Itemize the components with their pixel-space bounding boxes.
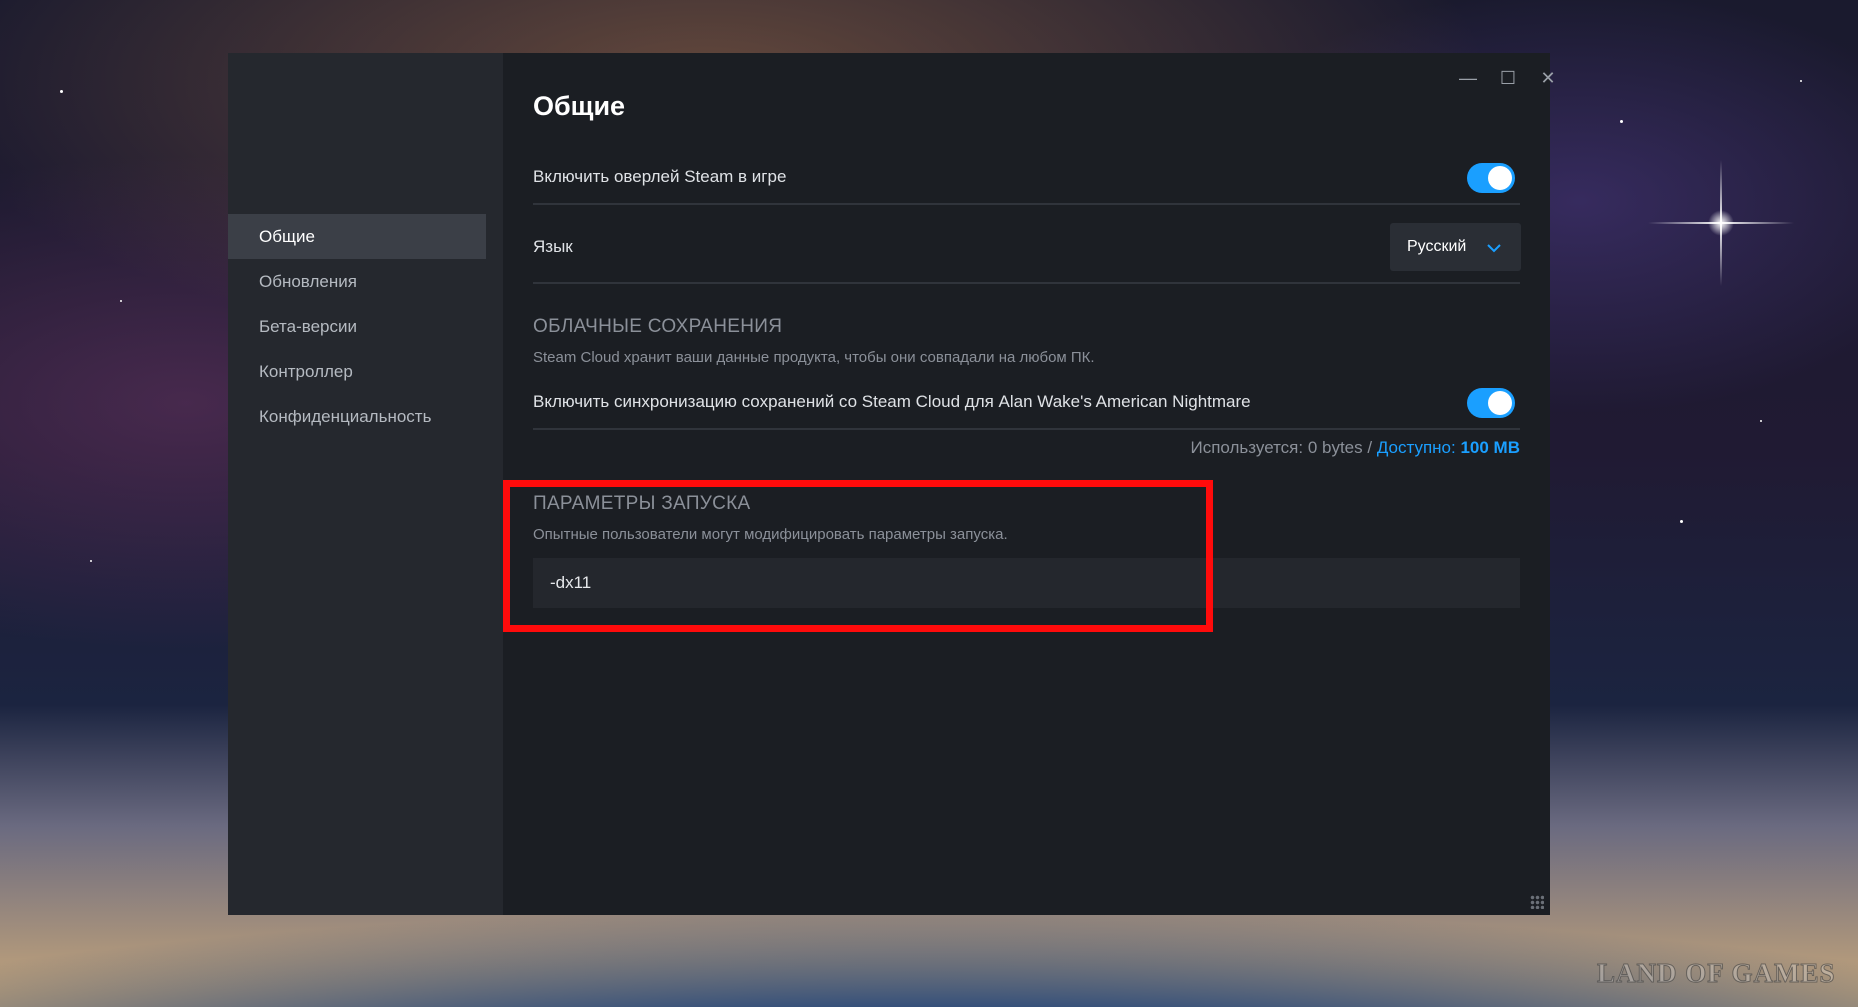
star (1680, 520, 1683, 523)
page-title: Общие (533, 91, 626, 121)
divider (533, 203, 1520, 205)
star (1800, 80, 1802, 82)
star (120, 300, 122, 302)
cloud-section-title: ОБЛАЧНЫЕ СОХРАНЕНИЯ (533, 316, 783, 337)
toggle-knob (1488, 391, 1512, 415)
available-value: 100 MB (1460, 438, 1520, 457)
cloud-sync-label: Включить синхронизацию сохранений со Ste… (533, 392, 1251, 411)
star (1620, 120, 1623, 123)
language-dropdown[interactable]: Русский (1390, 223, 1521, 271)
cloud-description: Steam Cloud хранит ваши данные продукта,… (533, 349, 1095, 366)
divider (533, 282, 1520, 284)
sidebar: Общие Обновления Бета-версии Контроллер … (228, 53, 503, 915)
language-label: Язык (533, 237, 573, 256)
usage-text: Используется: 0 bytes / (1190, 438, 1377, 457)
bright-star (1648, 160, 1794, 286)
toggle-knob (1488, 166, 1512, 190)
close-button[interactable]: ✕ (1533, 63, 1563, 93)
sidebar-item-updates[interactable]: Обновления (228, 259, 486, 304)
star (60, 90, 63, 93)
sidebar-item-privacy[interactable]: Конфиденциальность (228, 394, 486, 439)
watermark: LAND OF GAMES (1597, 958, 1836, 989)
sidebar-item-controller[interactable]: Контроллер (228, 349, 486, 394)
sidebar-item-general[interactable]: Общие (228, 214, 486, 259)
resize-grip[interactable] (1530, 895, 1544, 909)
sidebar-item-betas[interactable]: Бета-версии (228, 304, 486, 349)
cloud-usage: Используется: 0 bytes / Доступно: 100 MB (1191, 438, 1521, 458)
language-selected: Русский (1407, 238, 1467, 255)
chevron-down-icon (1487, 223, 1501, 271)
highlight-box (503, 480, 1213, 632)
cloud-sync-toggle[interactable] (1467, 388, 1515, 418)
minimize-button[interactable]: — (1453, 63, 1483, 93)
overlay-label: Включить оверлей Steam в игре (533, 167, 787, 186)
available-label: Доступно: (1376, 438, 1456, 457)
divider (533, 428, 1520, 430)
star (90, 560, 92, 562)
star (1760, 420, 1762, 422)
overlay-toggle[interactable] (1467, 163, 1515, 193)
maximize-button[interactable]: ☐ (1493, 63, 1523, 93)
